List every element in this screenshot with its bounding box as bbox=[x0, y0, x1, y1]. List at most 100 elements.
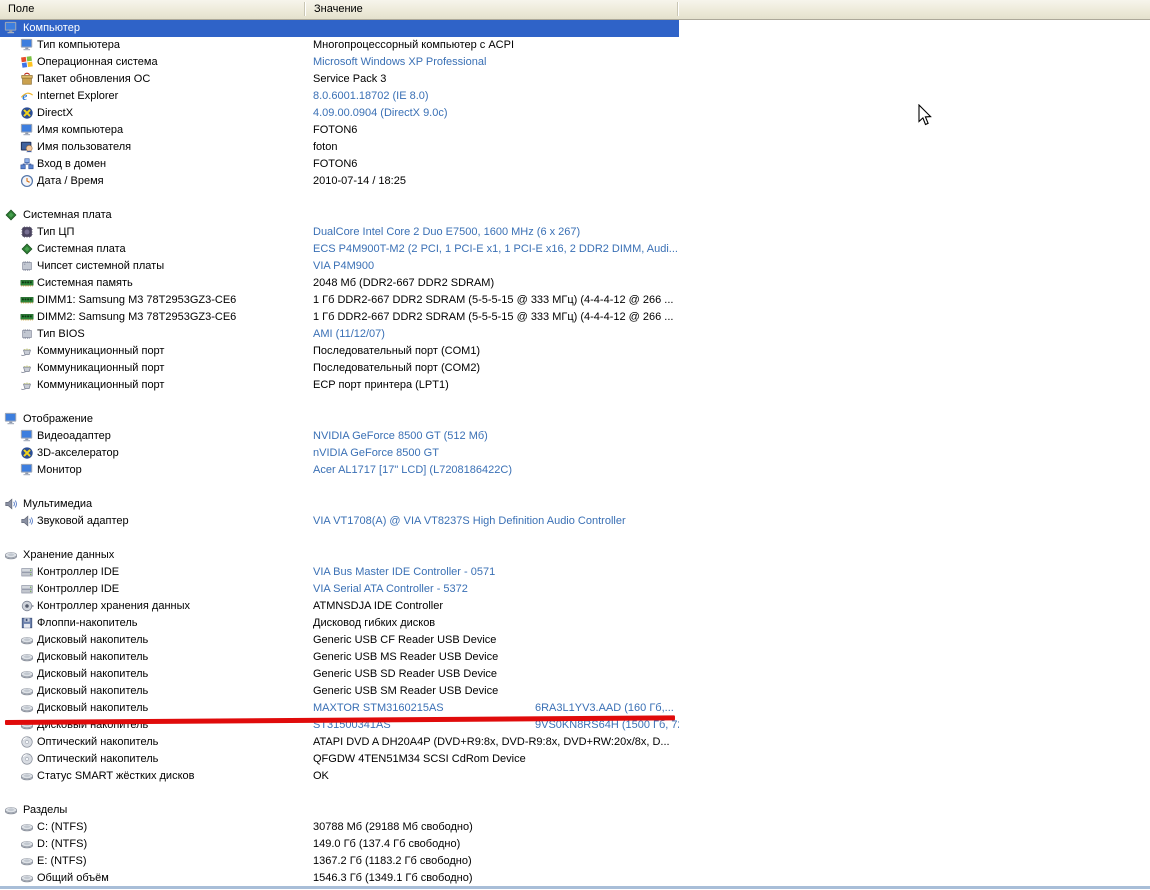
optical-icon bbox=[20, 752, 34, 766]
list-row[interactable]: Имя пользователя foton bbox=[0, 139, 679, 156]
disk-icon bbox=[20, 820, 34, 834]
list-row[interactable]: Контроллер IDE VIA Serial ATA Controller … bbox=[0, 581, 679, 598]
system-info-window: Поле Значение Компьютер Тип компьютера Мно… bbox=[0, 0, 1150, 890]
list-row[interactable]: Имя компьютера FOTON6 bbox=[0, 122, 679, 139]
list-row[interactable]: Видеоадаптер NVIDIA GeForce 8500 GT (512 … bbox=[0, 428, 679, 445]
row-value: foton bbox=[313, 141, 338, 153]
disk-icon bbox=[4, 803, 18, 817]
list-row[interactable]: Дисковый накопитель Generic USB SD Reader… bbox=[0, 666, 679, 683]
list-row[interactable]: D: (NTFS) 149.0 Гб (137.4 Гб свободно) bbox=[0, 836, 679, 853]
list-row[interactable]: 3D-акселератор nVIDIA GeForce 8500 GT bbox=[0, 445, 679, 462]
list-row[interactable]: C: (NTFS) 30788 Мб (29188 Мб свободно) bbox=[0, 819, 679, 836]
row-label: Дисковый накопитель bbox=[37, 668, 149, 680]
disk-icon bbox=[20, 769, 34, 783]
memory-icon bbox=[20, 276, 34, 290]
list-row[interactable]: Контроллер IDE VIA Bus Master IDE Control… bbox=[0, 564, 679, 581]
board-icon bbox=[4, 208, 18, 222]
row-label: Хранение данных bbox=[23, 549, 115, 561]
row-value: ATMNSDJA IDE Controller bbox=[313, 600, 443, 612]
row-label: Мультимедиа bbox=[23, 498, 93, 510]
list-row[interactable]: Дисковый накопитель Generic USB CF Reader… bbox=[0, 632, 679, 649]
row-value: 2010-07-14 / 18:25 bbox=[313, 175, 406, 187]
list-row[interactable]: Коммуникационный порт ECP порт принтера (… bbox=[0, 377, 679, 394]
list-row[interactable]: Системная память 2048 Мб (DDR2-667 DDR2 S… bbox=[0, 275, 679, 292]
list-row[interactable]: Общий объём 1546.3 Гб (1349.1 Гб свободно… bbox=[0, 870, 679, 887]
list-row[interactable]: Хранение данных bbox=[0, 547, 679, 564]
list-row[interactable]: Монитор Acer AL1717 [17" LCD] (L720818642… bbox=[0, 462, 679, 479]
list-row[interactable]: E: (NTFS) 1367.2 Гб (1183.2 Гб свободно) bbox=[0, 853, 679, 870]
column-header-value[interactable]: Значение bbox=[306, 0, 678, 18]
list-row[interactable]: Тип ЦП DualCore Intel Core 2 Duo E7500, 1… bbox=[0, 224, 679, 241]
row-label: Системная память bbox=[37, 277, 133, 289]
row-value: VIA Serial ATA Controller - 5372 bbox=[313, 583, 468, 595]
row-label: Звуковой адаптер bbox=[37, 515, 129, 527]
list-row[interactable]: Тип компьютера Многопроцессорный компьюте… bbox=[0, 37, 679, 54]
row-value: ATAPI DVD A DH20A4P (DVD+R9:8x, DVD-R9:8… bbox=[313, 736, 670, 748]
row-label: Коммуникационный порт bbox=[37, 345, 165, 357]
row-label: Чипсет системной платы bbox=[37, 260, 165, 272]
list-row[interactable]: Тип BIOS AMI (11/12/07) bbox=[0, 326, 679, 343]
row-value: MAXTOR STM3160215AS bbox=[313, 702, 444, 714]
row-label: Разделы bbox=[23, 804, 68, 816]
row-label: Дисковый накопитель bbox=[37, 634, 149, 646]
row-value: Последовательный порт (COM2) bbox=[313, 362, 481, 374]
column-header-field[interactable]: Поле bbox=[0, 0, 305, 18]
chip-icon bbox=[20, 259, 34, 273]
list-row[interactable]: Системная плата ECS P4M900T-M2 (2 PCI, 1 … bbox=[0, 241, 679, 258]
list-row[interactable]: Статус SMART жёстких дисков OK bbox=[0, 768, 679, 785]
port-icon bbox=[20, 361, 34, 375]
row-value: 149.0 Гб (137.4 Гб свободно) bbox=[313, 838, 461, 850]
computer-icon bbox=[20, 463, 34, 477]
list-row[interactable]: Вход в домен FOTON6 bbox=[0, 156, 679, 173]
list-row-selected[interactable]: Компьютер bbox=[0, 20, 679, 37]
row-value: Generic USB SM Reader USB Device bbox=[313, 685, 499, 697]
cpu-icon bbox=[20, 225, 34, 239]
list-row[interactable]: Мультимедиа bbox=[0, 496, 679, 513]
network-icon bbox=[20, 157, 34, 171]
row-value: 1367.2 Гб (1183.2 Гб свободно) bbox=[313, 855, 472, 867]
row-label: Тип компьютера bbox=[37, 39, 120, 51]
row-label: C: (NTFS) bbox=[37, 821, 88, 833]
spacer-row bbox=[0, 530, 679, 547]
row-label: Дисковый накопитель bbox=[37, 651, 149, 663]
row-label: Имя пользователя bbox=[37, 141, 132, 153]
list-row[interactable]: Дисковый накопитель MAXTOR STM3160215AS 6R… bbox=[0, 700, 679, 717]
row-value: Generic USB MS Reader USB Device bbox=[313, 651, 499, 663]
list-row[interactable]: Дата / Время 2010-07-14 / 18:25 bbox=[0, 173, 679, 190]
list-row[interactable]: Оптический накопитель ATAPI DVD A DH20A4P… bbox=[0, 734, 679, 751]
list-row[interactable]: DirectX 4.09.00.0904 (DirectX 9.0c) bbox=[0, 105, 679, 122]
list-row[interactable]: Коммуникационный порт Последовательный по… bbox=[0, 360, 679, 377]
list-row[interactable]: DIMM1: Samsung M3 78T2953GZ3-CE6 1 Гб DDR… bbox=[0, 292, 679, 309]
list-row[interactable]: Коммуникационный порт Последовательный по… bbox=[0, 343, 679, 360]
list-row[interactable]: Оптический накопитель QFGDW 4TEN51M34 SCS… bbox=[0, 751, 679, 768]
spacer-row bbox=[0, 785, 679, 802]
list-row[interactable]: Дисковый накопитель Generic USB MS Reader… bbox=[0, 649, 679, 666]
row-label: Флоппи-накопитель bbox=[37, 617, 138, 629]
row-label: Отображение bbox=[23, 413, 93, 425]
row-label: Имя компьютера bbox=[37, 124, 124, 136]
sound-icon bbox=[4, 497, 18, 511]
list-row[interactable]: Флоппи-накопитель Дисковод гибких дисков bbox=[0, 615, 679, 632]
list-row[interactable]: DIMM2: Samsung M3 78T2953GZ3-CE6 1 Гб DDR… bbox=[0, 309, 679, 326]
list-row[interactable]: Пакет обновления ОС Service Pack 3 bbox=[0, 71, 679, 88]
row-value: ECP порт принтера (LPT1) bbox=[313, 379, 449, 391]
list-row[interactable]: Системная плата bbox=[0, 207, 679, 224]
disk-icon bbox=[20, 837, 34, 851]
list-row[interactable]: Контроллер хранения данных ATMNSDJA IDE C… bbox=[0, 598, 679, 615]
list-row[interactable]: Разделы bbox=[0, 802, 679, 819]
directx-icon bbox=[20, 106, 34, 120]
row-label: Компьютер bbox=[23, 22, 80, 34]
row-value: VIA Bus Master IDE Controller - 0571 bbox=[313, 566, 496, 578]
spacer-row bbox=[0, 190, 679, 207]
row-label: Internet Explorer bbox=[37, 90, 119, 102]
list-row[interactable]: Чипсет системной платы VIA P4M900 bbox=[0, 258, 679, 275]
list-row[interactable]: Отображение bbox=[0, 411, 679, 428]
row-label: DirectX bbox=[37, 107, 74, 119]
list-row[interactable]: Операционная система Microsoft Windows XP… bbox=[0, 54, 679, 71]
row-value: Microsoft Windows XP Professional bbox=[313, 56, 487, 68]
row-label: Видеоадаптер bbox=[37, 430, 111, 442]
list-row[interactable]: e Internet Explorer 8.0.6001.18702 (IE 8.0… bbox=[0, 88, 679, 105]
list-row[interactable]: Дисковый накопитель Generic USB SM Reader… bbox=[0, 683, 679, 700]
list-row[interactable]: Звуковой адаптер VIA VT1708(A) @ VIA VT82… bbox=[0, 513, 679, 530]
row-value: Generic USB SD Reader USB Device bbox=[313, 668, 498, 680]
